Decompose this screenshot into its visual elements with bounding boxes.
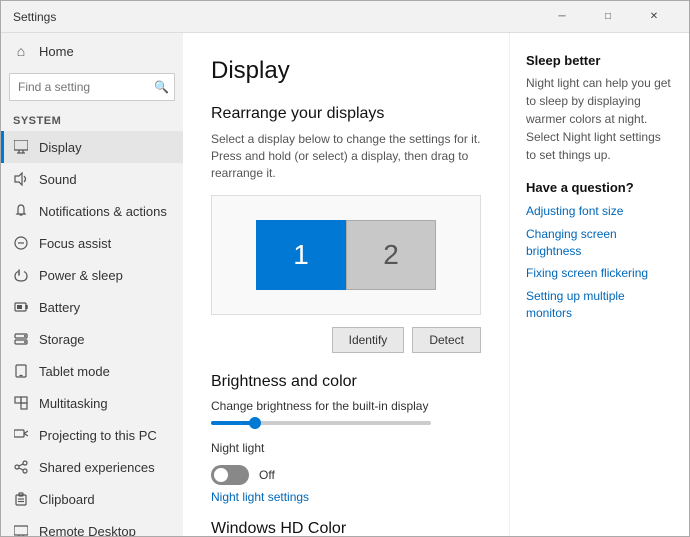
tablet-label: Tablet mode [39, 364, 110, 379]
tablet-icon [13, 363, 29, 379]
sidebar-item-notifications[interactable]: Notifications & actions [1, 195, 183, 227]
hd-color-title: Windows HD Color [211, 520, 481, 536]
monitor-buttons: Identify Detect [211, 327, 481, 353]
night-light-toggle[interactable] [211, 465, 249, 485]
identify-button[interactable]: Identify [332, 327, 405, 353]
sleep-title: Sleep better [526, 53, 673, 68]
search-icon: 🔍 [154, 80, 169, 94]
sidebar-home-label: Home [39, 44, 74, 59]
sidebar-search-container: 🔍 [9, 73, 175, 101]
brightness-slider-container: Change brightness for the built-in displ… [211, 399, 481, 425]
rearrange-desc: Select a display below to change the set… [211, 131, 481, 181]
brightness-title: Brightness and color [211, 373, 481, 391]
help-link-0[interactable]: Adjusting font size [526, 203, 673, 220]
clipboard-label: Clipboard [39, 492, 95, 507]
monitor-2[interactable]: 2 [346, 220, 436, 290]
shared-icon [13, 459, 29, 475]
sidebar-item-storage[interactable]: Storage [1, 323, 183, 355]
notifications-label: Notifications & actions [39, 204, 167, 219]
home-icon: ⌂ [13, 43, 29, 59]
projecting-icon [13, 427, 29, 443]
main-content: Display Rearrange your displays Select a… [183, 33, 509, 536]
detect-button[interactable]: Detect [412, 327, 481, 353]
remote-icon [13, 523, 29, 536]
sidebar-item-clipboard[interactable]: Clipboard [1, 483, 183, 515]
toggle-thumb [214, 468, 228, 482]
sound-label: Sound [39, 172, 77, 187]
minimize-button[interactable]: ─ [539, 1, 585, 33]
help-link-2[interactable]: Fixing screen flickering [526, 265, 673, 282]
night-light-settings-link[interactable]: Night light settings [211, 490, 309, 504]
sidebar-section-label: System [1, 109, 183, 131]
display-icon [13, 139, 29, 155]
storage-icon [13, 331, 29, 347]
monitor-1[interactable]: 1 [256, 220, 346, 290]
projecting-label: Projecting to this PC [39, 428, 157, 443]
multitasking-icon [13, 395, 29, 411]
sidebar: ⌂ Home 🔍 System Display Sound [1, 33, 183, 536]
shared-label: Shared experiences [39, 460, 155, 475]
monitor-area: 1 2 [211, 195, 481, 315]
page-title: Display [211, 57, 481, 85]
slider-thumb [249, 417, 261, 429]
titlebar-title: Settings [13, 10, 539, 24]
settings-window: Settings ─ □ ✕ ⌂ Home 🔍 System Display [0, 0, 690, 537]
clipboard-icon [13, 491, 29, 507]
focus-label: Focus assist [39, 236, 111, 251]
display-label: Display [39, 140, 82, 155]
brightness-slider[interactable] [211, 421, 431, 425]
battery-icon [13, 299, 29, 315]
sidebar-item-sound[interactable]: Sound [1, 163, 183, 195]
sidebar-item-remote[interactable]: Remote Desktop [1, 515, 183, 536]
multitasking-label: Multitasking [39, 396, 108, 411]
sidebar-item-projecting[interactable]: Projecting to this PC [1, 419, 183, 451]
sidebar-item-display[interactable]: Display [1, 131, 183, 163]
content-area: ⌂ Home 🔍 System Display Sound [1, 33, 689, 536]
night-light-state: Off [259, 468, 275, 482]
sidebar-item-multitasking[interactable]: Multitasking [1, 387, 183, 419]
question-title: Have a question? [526, 180, 673, 195]
night-light-row: Night light [211, 441, 481, 461]
right-panel: Sleep better Night light can help you ge… [509, 33, 689, 536]
brightness-label: Change brightness for the built-in displ… [211, 399, 481, 413]
night-light-label: Night light [211, 441, 264, 455]
titlebar-controls: ─ □ ✕ [539, 1, 677, 33]
battery-label: Battery [39, 300, 80, 315]
power-label: Power & sleep [39, 268, 123, 283]
notifications-icon [13, 203, 29, 219]
sidebar-item-tablet[interactable]: Tablet mode [1, 355, 183, 387]
sidebar-item-home[interactable]: ⌂ Home [1, 33, 183, 69]
night-light-toggle-row: Off [211, 465, 481, 485]
sidebar-item-shared[interactable]: Shared experiences [1, 451, 183, 483]
power-icon [13, 267, 29, 283]
focus-icon [13, 235, 29, 251]
sleep-desc: Night light can help you get to sleep by… [526, 74, 673, 164]
sidebar-item-power[interactable]: Power & sleep [1, 259, 183, 291]
close-button[interactable]: ✕ [631, 1, 677, 33]
sound-icon [13, 171, 29, 187]
sidebar-item-battery[interactable]: Battery [1, 291, 183, 323]
maximize-button[interactable]: □ [585, 1, 631, 33]
sidebar-item-focus[interactable]: Focus assist [1, 227, 183, 259]
night-light-section: Night light Off [211, 441, 481, 485]
titlebar: Settings ─ □ ✕ [1, 1, 689, 33]
storage-label: Storage [39, 332, 85, 347]
search-input[interactable] [9, 73, 175, 101]
remote-label: Remote Desktop [39, 524, 136, 537]
help-link-3[interactable]: Setting up multiple monitors [526, 288, 673, 322]
help-link-1[interactable]: Changing screen brightness [526, 226, 673, 260]
rearrange-title: Rearrange your displays [211, 105, 481, 123]
